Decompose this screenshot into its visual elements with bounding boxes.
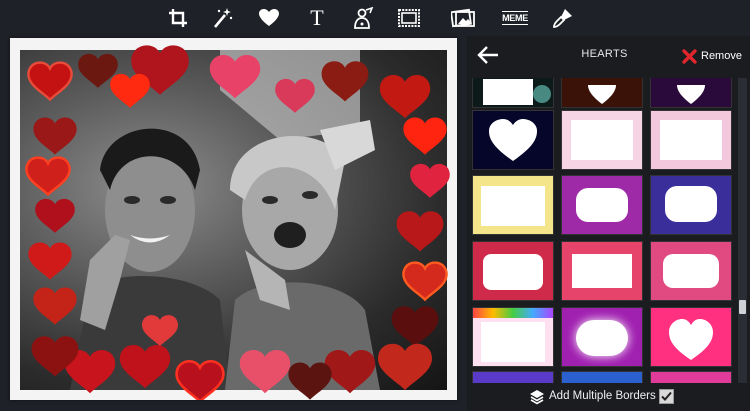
brush-icon[interactable] — [550, 5, 576, 31]
border-thumbnail[interactable] — [650, 371, 732, 383]
add-multiple-borders-label: Add Multiple Borders — [549, 390, 656, 402]
border-thumbnail[interactable] — [561, 78, 643, 108]
add-multiple-borders-checkbox[interactable] — [659, 389, 674, 404]
editor-canvas-area — [0, 36, 467, 411]
remove-label: Remove — [701, 50, 742, 62]
text-icon-glyph: T — [310, 5, 324, 30]
border-thumbnail[interactable] — [472, 371, 554, 383]
meme-icon[interactable]: MEME — [500, 5, 530, 31]
border-thumbnail[interactable] — [650, 175, 732, 235]
border-thumbnail[interactable] — [472, 78, 554, 108]
checkmark-icon — [661, 391, 672, 401]
border-thumbnail[interactable] — [650, 78, 732, 108]
sticker-icon[interactable] — [350, 5, 376, 31]
border-thumbnail[interactable] — [472, 110, 554, 170]
panel-title: HEARTS — [581, 48, 628, 60]
border-thumbnail[interactable] — [561, 307, 643, 367]
border-thumbnail[interactable] — [472, 307, 554, 367]
layers-icon — [530, 390, 544, 405]
border-thumbnail[interactable] — [650, 241, 732, 301]
border-thumbnail[interactable] — [472, 241, 554, 301]
footer-bar: Add Multiple Borders — [467, 385, 750, 411]
frame-icon[interactable] — [396, 5, 422, 31]
scroll-thumb[interactable] — [739, 300, 746, 314]
top-toolbar: T MEME — [0, 0, 750, 36]
border-thumbnail[interactable] — [650, 110, 732, 170]
heart-icon[interactable] — [256, 5, 282, 31]
close-icon — [682, 48, 697, 64]
meme-icon-label: MEME — [502, 11, 528, 25]
hearts-border-overlay — [25, 45, 450, 400]
panel-header: HEARTS Remove — [467, 36, 750, 76]
border-thumbnail-grid — [472, 78, 737, 383]
borders-panel: HEARTS Remove — [467, 36, 750, 411]
text-icon[interactable]: T — [304, 5, 330, 31]
photo-canvas[interactable] — [10, 38, 457, 400]
crop-icon[interactable] — [165, 5, 191, 31]
border-thumbnail[interactable] — [650, 307, 732, 367]
border-thumbnail[interactable] — [472, 175, 554, 235]
remove-button[interactable]: Remove — [682, 46, 742, 66]
border-thumbnail[interactable] — [561, 241, 643, 301]
border-thumbnail[interactable] — [561, 371, 643, 383]
thumbnail-scrollbar[interactable] — [738, 78, 747, 383]
border-thumbnail[interactable] — [561, 110, 643, 170]
magic-wand-icon[interactable] — [209, 5, 235, 31]
back-arrow-icon[interactable] — [477, 45, 501, 67]
image-icon[interactable] — [450, 5, 476, 31]
border-thumbnail[interactable] — [561, 175, 643, 235]
